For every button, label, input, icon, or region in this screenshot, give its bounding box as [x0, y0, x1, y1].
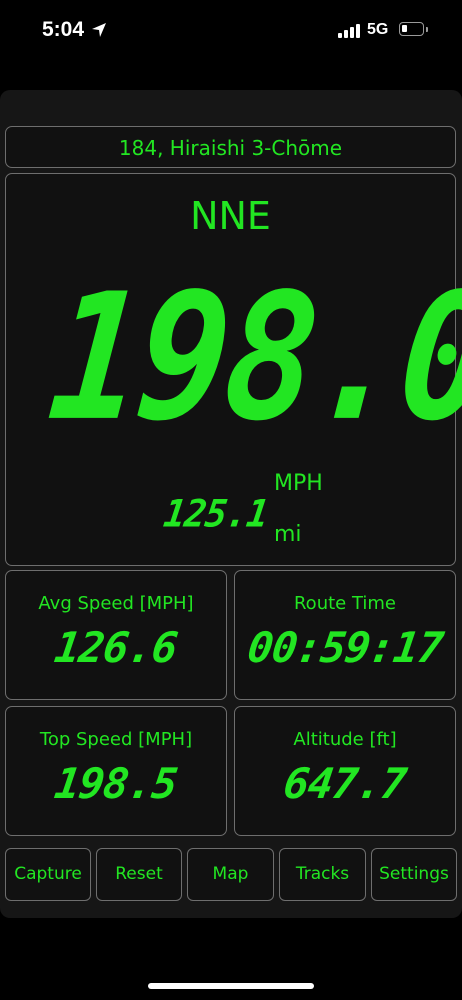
- altitude-value: 647.7: [280, 759, 410, 808]
- capture-button[interactable]: Capture: [5, 848, 91, 901]
- network-type: 5G: [367, 21, 389, 38]
- trip-distance: 125.1: [160, 492, 271, 537]
- reset-button[interactable]: Reset: [96, 848, 182, 901]
- settings-button[interactable]: Settings: [371, 848, 457, 901]
- address-label: 184, Hiraishi 3-Chōme: [118, 136, 343, 160]
- route-time-value: 00:59:17: [244, 623, 446, 672]
- battery-icon: [399, 22, 428, 36]
- tracks-button[interactable]: Tracks: [279, 848, 366, 901]
- status-bar: 5:04 5G: [0, 0, 462, 62]
- avg-speed-card: Avg Speed [MPH] 126.6: [5, 570, 227, 700]
- top-speed-card: Top Speed [MPH] 198.5: [5, 706, 227, 836]
- cellular-signal-icon: [338, 24, 362, 38]
- compass-heading: NNE: [190, 194, 271, 238]
- distance-unit: mi: [274, 522, 302, 547]
- address-box: 184, Hiraishi 3-Chōme: [5, 126, 456, 168]
- altitude-card: Altitude [ft] 647.7: [234, 706, 456, 836]
- speed-unit: MPH: [274, 471, 323, 496]
- location-arrow-icon: [92, 23, 106, 37]
- speedometer-screen: 5:04 5G 184, Hiraishi 3-Chōme NNE 198.0 …: [0, 0, 462, 1000]
- avg-speed-value: 126.6: [51, 623, 181, 672]
- avg-speed-label: Avg Speed [MPH]: [38, 593, 194, 614]
- current-speed: 198.0: [41, 255, 462, 460]
- route-time-card: Route Time 00:59:17: [234, 570, 456, 700]
- altitude-label: Altitude [ft]: [293, 729, 397, 750]
- route-time-label: Route Time: [293, 593, 397, 614]
- top-speed-label: Top Speed [MPH]: [39, 729, 193, 750]
- home-indicator[interactable]: [148, 983, 314, 989]
- status-time: 5:04: [42, 18, 85, 41]
- battery-level: [402, 25, 407, 32]
- speed-display: NNE 198.0 MPH 125.1 mi: [5, 173, 462, 566]
- top-speed-value: 198.5: [51, 759, 181, 808]
- map-button[interactable]: Map: [187, 848, 274, 901]
